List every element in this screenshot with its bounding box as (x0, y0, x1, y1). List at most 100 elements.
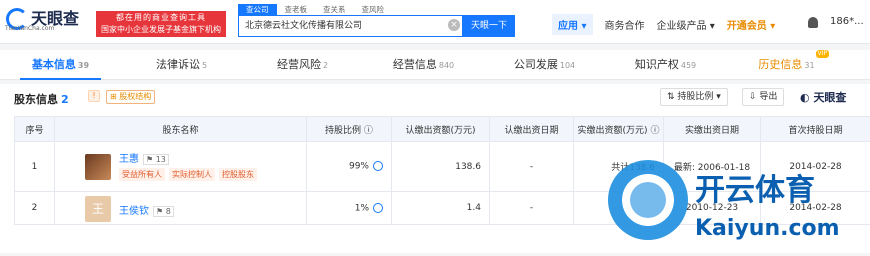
section-brand: ◐ 天眼查 (800, 89, 846, 105)
tab-count: 104 (560, 61, 575, 70)
user-menu[interactable]: 186*... (830, 16, 864, 27)
app-menu-label: 应用 (558, 21, 578, 32)
search-input[interactable]: 北京德云社文化传播有限公司 (238, 15, 463, 37)
shareholder-section: 股东信息2 ! ⊞ 股权结构 ⇅ 持股比例 ▾ ⇩ 导出 ◐ 天眼查 序号 股东… (0, 84, 870, 253)
related-count-badge[interactable]: ⚑ 8 (153, 206, 174, 217)
promo-line-1: 都在用的商业查询工具 (96, 12, 226, 24)
top-header: 天眼查 TianYanCha.com 都在用的商业查询工具 国家中小企业发展子基… (0, 0, 870, 44)
subscribed-amount: 1.4 (392, 192, 490, 225)
pie-chart-icon[interactable] (373, 161, 383, 171)
ratio-cell: 99% (307, 142, 392, 192)
col-header[interactable]: 实缴出资额(万元) ⓘ (574, 117, 664, 142)
col-header: 认缴出资额(万元) (392, 117, 490, 142)
col-header: 认缴出资日期 (490, 117, 574, 142)
subscribed-date: - (490, 142, 574, 192)
shareholder-name[interactable]: 王侯钦 (119, 206, 149, 217)
section-brand-text: 天眼查 (813, 91, 846, 104)
sort-select[interactable]: ⇅ 持股比例 ▾ (660, 88, 728, 106)
first-hold-date: 2014-02-28 (761, 192, 870, 225)
bell-icon[interactable] (808, 17, 818, 28)
paid-date: 最新: 2006-01-18 (664, 142, 761, 192)
tab-count: 5 (202, 61, 207, 70)
role-tag[interactable]: 受益所有人 (119, 168, 165, 181)
search-tab-company[interactable]: 查公司 (238, 4, 277, 15)
tab-count: 459 (681, 61, 696, 70)
tab-count: 39 (78, 61, 89, 70)
tab-basic-info[interactable]: 基本信息39 (0, 50, 121, 79)
tab-count: 2 (323, 61, 328, 70)
ratio-value: 99% (349, 162, 369, 172)
promo-line-2: 国家中小企业发展子基金旗下机构 (96, 24, 226, 36)
tab-development[interactable]: 公司发展104 (484, 50, 605, 79)
related-count: 13 (156, 155, 166, 164)
table-header-row: 序号 股东名称 持股比例 ⓘ 认缴出资额(万元) 认缴出资日期 实缴出资额(万元… (15, 117, 870, 142)
export-button[interactable]: ⇩ 导出 (742, 88, 784, 106)
avatar[interactable] (85, 154, 111, 180)
section-title: 股东信息2 (14, 91, 69, 107)
role-tag[interactable]: 控股股东 (219, 168, 257, 181)
shareholder-cell: 王惠 ⚑ 13 受益所有人实际控制人控股股东 (55, 142, 307, 192)
row-index: 2 (15, 192, 55, 225)
tab-risk[interactable]: 经营风险2 (242, 50, 363, 79)
col-header: 序号 (15, 117, 55, 142)
equity-structure-label: 股权结构 (119, 92, 151, 101)
logo-subtitle: TianYanCha.com (5, 25, 54, 32)
paid-amount: 共计138.6 (574, 142, 664, 192)
related-count: 8 (166, 207, 171, 216)
col-header-label: 实缴出资额(万元) (578, 126, 648, 136)
avatar[interactable]: 王 (85, 196, 111, 222)
search-tab-relation[interactable]: 查关系 (315, 4, 354, 15)
vip-button[interactable]: 开通会员 ▾ (727, 17, 776, 32)
search-type-tabs: 查公司 查老板 查关系 查风险 (238, 4, 392, 15)
top-nav: 应用 ▾ 商务合作 企业级产品 ▾ 开通会员 ▾ (552, 14, 787, 35)
table-row: 2 王 王侯钦⚑ 8 1% 1.4 - 2010-12-23 2014-02-2… (15, 192, 870, 225)
row-index: 1 (15, 142, 55, 192)
col-header: 首次持股日期 (761, 117, 870, 142)
vip-label: 开通会员 (727, 21, 767, 32)
tab-history[interactable]: 历史信息31VIP (726, 50, 847, 79)
sort-label: 持股比例 (677, 92, 713, 102)
subscribed-amount: 138.6 (392, 142, 490, 192)
tab-count: 31 (804, 61, 814, 70)
nav-enterprise-label: 企业级产品 (657, 21, 707, 32)
export-label: 导出 (759, 92, 777, 102)
ratio-cell: 1% (307, 192, 392, 225)
vip-tag: VIP (816, 50, 830, 58)
role-tag[interactable]: 实际控制人 (169, 168, 215, 181)
role-tags: 受益所有人实际控制人控股股东 (119, 168, 261, 181)
shareholder-line: 王侯钦 ⚑ 8 (119, 202, 174, 217)
ratio-value: 1% (355, 203, 369, 213)
promo-banner[interactable]: 都在用的商业查询工具 国家中小企业发展子基金旗下机构 (96, 11, 226, 37)
tab-ip[interactable]: 知识产权459 (605, 50, 726, 79)
app-menu-button[interactable]: 应用 ▾ (552, 14, 593, 35)
shareholder-name[interactable]: 王惠 (119, 154, 139, 165)
nav-business[interactable]: 商务合作 (605, 17, 645, 32)
tab-label: 法律诉讼 (156, 58, 200, 71)
nav-enterprise[interactable]: 企业级产品 ▾ (657, 17, 715, 32)
section-title-text: 股东信息 (14, 93, 58, 106)
col-header[interactable]: 持股比例 ⓘ (307, 117, 392, 142)
clear-icon[interactable]: × (448, 19, 460, 31)
bell-mark-icon[interactable]: ! (88, 90, 100, 102)
shareholder-line: 王惠 ⚑ 13 (119, 150, 169, 165)
shareholder-table: 序号 股东名称 持股比例 ⓘ 认缴出资额(万元) 认缴出资日期 实缴出资额(万元… (14, 116, 870, 225)
table-row: 1 王惠 ⚑ 13 受益所有人实际控制人控股股东 99% 138.6 - 共计13… (15, 142, 870, 192)
tab-label: 经营风险 (277, 58, 321, 71)
search-button[interactable]: 天眼一下 (463, 15, 515, 37)
col-header: 股东名称 (55, 117, 307, 142)
search-tab-boss[interactable]: 查老板 (277, 4, 316, 15)
subscribed-date: - (490, 192, 574, 225)
tab-label: 知识产权 (635, 58, 679, 71)
search-tab-risk[interactable]: 查风险 (354, 4, 393, 15)
col-header-label: 持股比例 (325, 126, 361, 136)
tab-label: 公司发展 (514, 58, 558, 71)
tab-legal[interactable]: 法律诉讼5 (121, 50, 242, 79)
section-count: 2 (61, 93, 69, 106)
equity-structure-link[interactable]: ⊞ 股权结构 (106, 90, 155, 104)
col-header: 实缴出资日期 (664, 117, 761, 142)
related-count-badge[interactable]: ⚑ 13 (143, 154, 169, 165)
pie-chart-icon[interactable] (373, 203, 383, 213)
shareholder-cell: 王 王侯钦 ⚑ 8 (55, 192, 307, 225)
tab-operation[interactable]: 经营信息840 (363, 50, 484, 79)
tab-label: 基本信息 (32, 58, 76, 71)
